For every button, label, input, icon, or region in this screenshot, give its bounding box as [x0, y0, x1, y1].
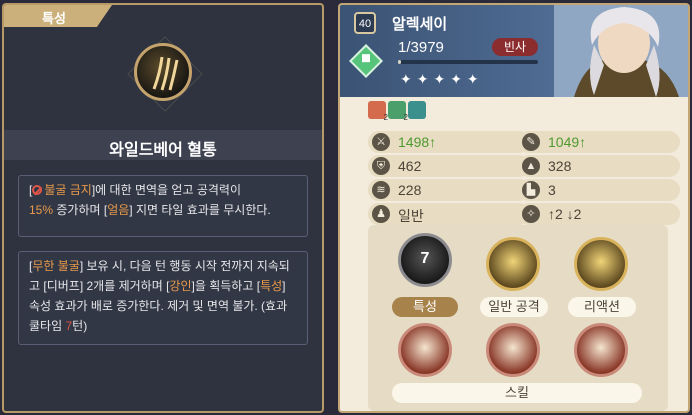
- normal-attack-label: 일반 공격: [480, 297, 548, 317]
- trait-tab-label: 특성: [42, 11, 66, 26]
- skill-2-button[interactable]: [486, 323, 540, 377]
- pawn-icon: ♟: [372, 205, 390, 223]
- reaction-button[interactable]: [574, 237, 628, 291]
- stat-move: ▙ 3: [518, 179, 680, 201]
- teal-paw-buff-icon[interactable]: [408, 101, 426, 119]
- stat-magic: ✎ 1049↑: [518, 131, 680, 153]
- wand-icon: ✎: [522, 133, 540, 151]
- skill-title: 와일드베어 혈통: [109, 142, 217, 159]
- ban-icon: [32, 185, 43, 195]
- wing-icon: ≋: [372, 181, 390, 199]
- red-claw-buff-icon[interactable]: 2: [368, 101, 388, 122]
- boot-icon: ▙: [522, 181, 540, 199]
- trait-label[interactable]: 특성: [392, 297, 458, 317]
- sword-icon: ⚔: [372, 133, 390, 151]
- trait-description-2: [무한 불굴] 보유 시, 다음 턴 행동 시작 전까지 지속되고 [디버프] …: [18, 251, 308, 345]
- exp-bar: [398, 60, 538, 64]
- trait-tab[interactable]: 특성: [4, 5, 112, 27]
- skill-3-button[interactable]: [574, 323, 628, 377]
- stat-defense: ⛨ 462: [368, 155, 530, 177]
- normal-attack-button[interactable]: [486, 237, 540, 291]
- trait-skill-button[interactable]: 7: [398, 233, 452, 287]
- reaction-label: 리액션: [568, 297, 636, 317]
- claw-icon: [152, 56, 179, 91]
- leaf-diamond-icon: [349, 44, 383, 78]
- level-badge: 40: [354, 12, 376, 34]
- skill-1-button[interactable]: [398, 323, 452, 377]
- shield-icon: ⛨: [372, 157, 390, 175]
- hero-portrait: [554, 5, 688, 97]
- skill-label: 스킬: [392, 383, 642, 403]
- exp-text: 1/3979: [398, 39, 444, 56]
- hero-info-panel: 40 알렉세이 1/3979 빈사 ✦✦✦✦✦ 22 ⚔ 1498↑ ✎ 104…: [338, 3, 690, 413]
- stat-jump: ✧ ↑2 ↓2: [518, 203, 680, 225]
- skill-detail-panel: 특성 와일드베어 혈통 [불굴 금지]에 대한 면역을 얻고 공격력이 15% …: [2, 3, 324, 413]
- star-rating: ✦✦✦✦✦: [400, 71, 484, 87]
- stat-magic-defense: ▲ 328: [518, 155, 680, 177]
- status-button[interactable]: 빈사: [492, 38, 538, 56]
- hero-header: 40 알렉세이 1/3979 빈사 ✦✦✦✦✦: [340, 5, 688, 97]
- buff-row: 22: [368, 101, 428, 122]
- hero-name: 알렉세이: [392, 16, 448, 33]
- stat-class: ♟ 일반: [368, 203, 530, 225]
- skill-title-bar: 와일드베어 혈통: [4, 130, 322, 160]
- stat-attack: ⚔ 1498↑: [368, 131, 530, 153]
- green-arrow-buff-icon[interactable]: 2: [388, 101, 408, 122]
- hat-icon: ▲: [522, 157, 540, 175]
- jump-icon: ✧: [522, 205, 540, 223]
- stat-speed: ≋ 228: [368, 179, 530, 201]
- trait-skill-icon: [127, 36, 203, 112]
- trait-description-1: [불굴 금지]에 대한 면역을 얻고 공격력이 15% 증가하며 [얼음] 지면…: [18, 175, 308, 237]
